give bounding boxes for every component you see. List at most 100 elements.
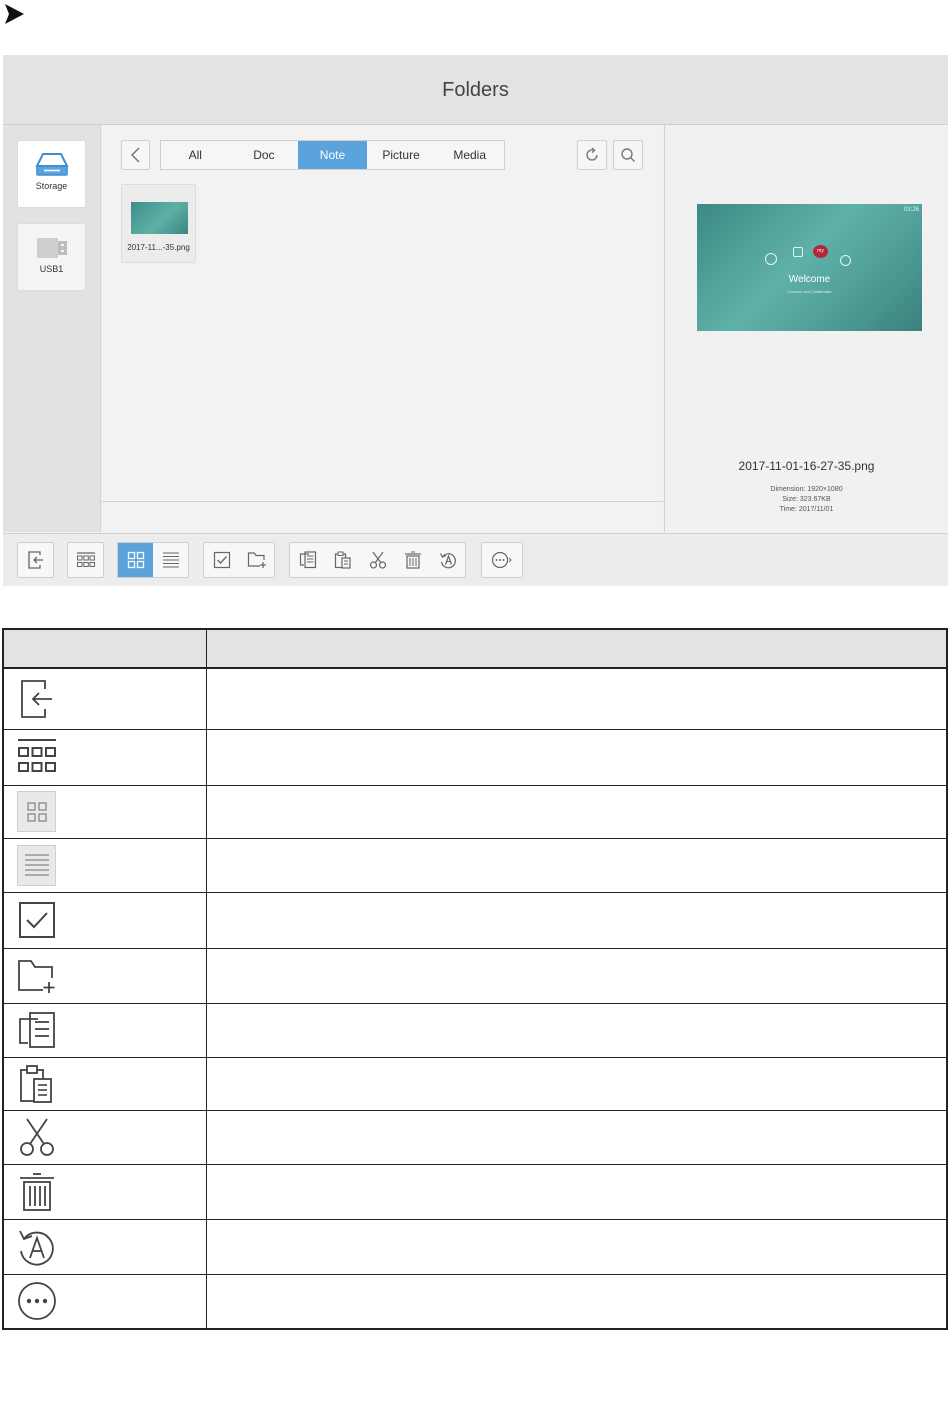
table-row [2, 1163, 948, 1220]
row-description [205, 947, 948, 1004]
column-header-description [205, 628, 948, 669]
new-folder-button[interactable] [239, 543, 274, 577]
preview-time: Time: 2017/11/01 [779, 506, 834, 513]
title-bar: Folders [3, 55, 948, 125]
row-description [205, 1002, 948, 1058]
table-row [2, 1218, 948, 1275]
copy-button[interactable] [290, 543, 325, 577]
paste-icon [17, 1064, 57, 1104]
toolbar-group-exit [17, 542, 54, 578]
refresh-button[interactable] [577, 140, 607, 170]
window-title: Folders [442, 79, 509, 101]
more-icon [17, 1281, 57, 1321]
table-row [2, 947, 948, 1004]
row-description [205, 784, 948, 839]
toolbar-group-edit [289, 542, 466, 578]
row-description [205, 1273, 948, 1330]
table-row [2, 1109, 948, 1165]
row-description [205, 1056, 948, 1111]
file-thumbnail [131, 202, 188, 234]
preview-image: 03:26 my Welcome Connect and Collaborate [697, 204, 922, 331]
row-description [205, 667, 948, 730]
table-row [2, 1273, 948, 1330]
search-button[interactable] [613, 140, 643, 170]
preview-clock: 03:26 [903, 207, 919, 213]
row-description [205, 837, 948, 893]
toolbar-group-thumbnails [67, 542, 104, 578]
multi-select-icon [213, 551, 230, 569]
list-view-button[interactable] [153, 543, 188, 577]
table-row [2, 1056, 948, 1111]
camera-app-icon [840, 255, 851, 266]
toolbar-group-more [481, 542, 523, 578]
cut-button[interactable] [360, 543, 395, 577]
new-folder-icon [247, 552, 266, 568]
new-folder-icon [17, 956, 57, 996]
exit-icon [27, 551, 43, 569]
paste-button[interactable] [325, 543, 360, 577]
rename-icon [17, 1227, 57, 1267]
tab-note[interactable]: Note [298, 141, 367, 169]
tab-picture[interactable]: Picture [367, 141, 436, 169]
copy-icon [299, 551, 316, 569]
preview-filename: 2017-11-01-16-27-35.png [738, 459, 875, 473]
toolbar-group-view [117, 542, 189, 578]
rename-button[interactable] [430, 543, 465, 577]
file-item[interactable]: 2017-11...-35.png [121, 184, 196, 263]
list-view-icon [162, 552, 179, 568]
more-button[interactable] [482, 543, 522, 577]
multi-select-icon [17, 900, 57, 940]
rename-icon [439, 553, 456, 569]
table-row [2, 728, 948, 786]
more-icon [491, 551, 512, 569]
usb-drive-icon [36, 238, 67, 258]
row-description [205, 891, 948, 949]
back-button[interactable] [121, 140, 150, 170]
tab-doc[interactable]: Doc [230, 141, 299, 169]
table-row [2, 891, 948, 949]
row-description [205, 1109, 948, 1165]
chrome-app-icon [765, 253, 777, 265]
preview-dimension: Dimension: 1920×1080 [770, 486, 843, 493]
multi-select-button[interactable] [204, 543, 239, 577]
cut-icon [369, 551, 386, 569]
row-description [205, 1163, 948, 1220]
row-description [205, 1218, 948, 1275]
tab-media[interactable]: Media [435, 141, 504, 169]
copy-icon [17, 1010, 57, 1050]
tab-all[interactable]: All [161, 141, 230, 169]
delete-button[interactable] [395, 543, 430, 577]
divider [102, 501, 663, 502]
table-row [2, 667, 948, 730]
table-row [2, 784, 948, 839]
thumbnail-view-icon [76, 552, 95, 567]
sidebar-item-usb1[interactable]: USB1 [17, 223, 86, 291]
bottom-toolbar [3, 533, 948, 586]
table-row [2, 837, 948, 893]
column-header-icon [2, 628, 207, 669]
thumbnail-view-button[interactable] [68, 543, 103, 577]
chevron-right-icon [5, 4, 24, 24]
file-browser: All Doc Note Picture Media 2017-11...-35… [102, 125, 663, 532]
row-description [205, 728, 948, 786]
table-row [2, 1002, 948, 1058]
icon-legend-table [2, 628, 948, 1330]
filter-tabs: All Doc Note Picture Media [160, 140, 505, 170]
paste-icon [334, 551, 351, 569]
file-manager-screenshot: Folders Storage USB1 All Doc Note Pictur… [3, 55, 948, 586]
storage-drive-icon [34, 153, 69, 176]
grid-view-button[interactable] [118, 543, 153, 577]
refresh-icon [586, 147, 598, 161]
grid-view-icon [127, 551, 144, 569]
delete-icon [404, 551, 421, 569]
sidebar-item-storage[interactable]: Storage [17, 140, 86, 208]
list-view-icon [17, 844, 56, 886]
file-name: 2017-11...-35.png [127, 243, 190, 252]
cut-icon [17, 1117, 57, 1157]
table-header-row [2, 628, 948, 669]
thumbnail-view-icon [17, 737, 57, 777]
toolbar-group-select [203, 542, 275, 578]
exit-icon [17, 679, 57, 719]
myviewboard-badge: my [813, 245, 828, 258]
exit-button[interactable] [18, 543, 53, 577]
